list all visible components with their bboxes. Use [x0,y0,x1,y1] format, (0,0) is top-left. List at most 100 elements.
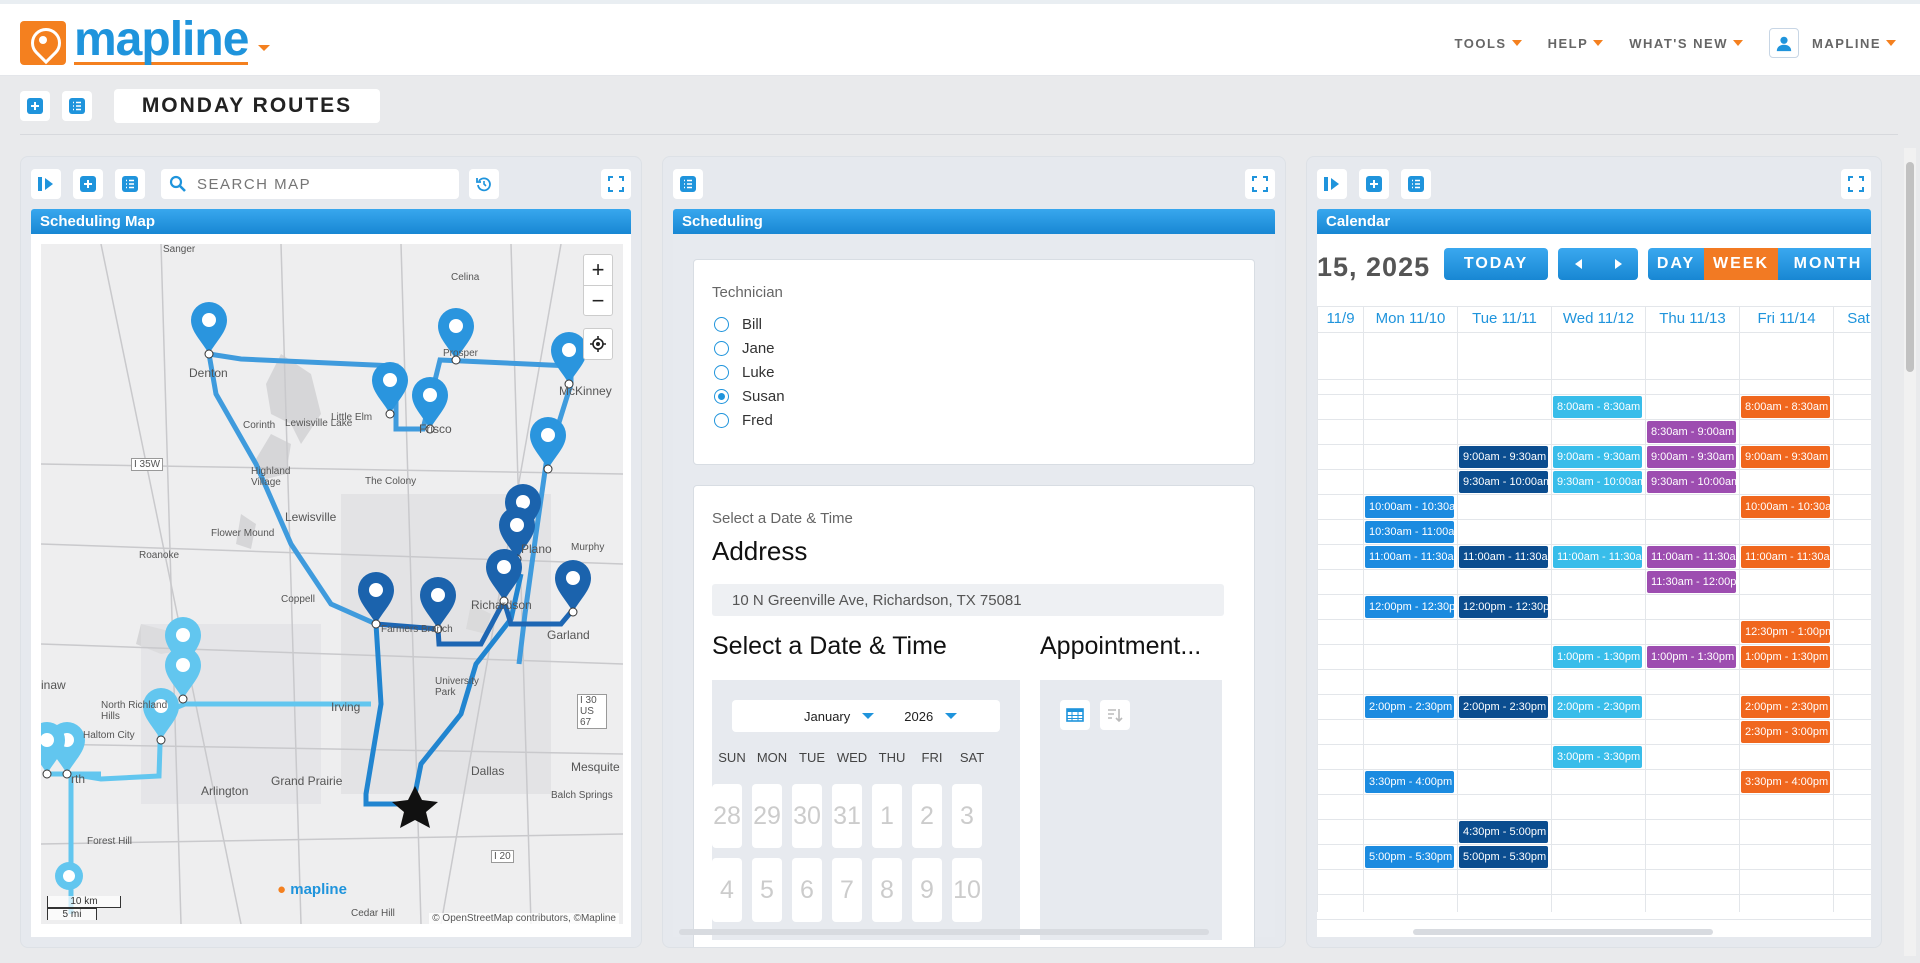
map-canvas[interactable]: Sanger Celina Prosper Denton McKinney Li… [41,244,623,924]
calendar-event[interactable]: 11:00am - 11:30am [1459,546,1548,568]
date-cell[interactable]: 1 [872,784,902,848]
calendar-event[interactable]: 9:30am - 10:00am [1647,471,1736,493]
technician-option-jane[interactable]: Jane [714,340,775,357]
nav-whats-new[interactable]: WHAT'S NEW [1629,36,1743,51]
technician-option-luke[interactable]: Luke [714,364,775,381]
calendar-event[interactable]: 3:30pm - 4:00pm [1741,771,1830,793]
day-header[interactable]: 11/9 [1317,306,1363,332]
scheduling-fullscreen-button[interactable] [1245,169,1275,199]
zoom-in-button[interactable]: + [584,255,612,285]
calendar-toggle-button[interactable] [1317,169,1347,199]
day-header[interactable]: Thu 11/13 [1645,306,1739,332]
date-cell[interactable]: 3 [952,784,982,848]
technician-option-fred[interactable]: Fred [714,412,773,429]
date-cell[interactable]: 9 [912,858,942,922]
calendar-list-button[interactable] [1401,169,1431,199]
page-title[interactable]: MONDAY ROUTES [114,89,380,123]
calendar-event[interactable]: 11:00am - 11:30am [1647,546,1736,568]
calendar-event[interactable]: 10:00am - 10:30am [1741,496,1830,518]
calendar-event[interactable]: 2:00pm - 2:30pm [1365,696,1454,718]
map-attribution[interactable]: © OpenStreetMap contributors, ©Mapline [429,913,619,924]
page-scrollbar[interactable] [1904,148,1916,956]
date-cell[interactable]: 5 [752,858,782,922]
horizontal-scrollbar[interactable] [679,929,1209,935]
date-cell[interactable]: 8 [872,858,902,922]
calendar-event[interactable]: 12:30pm - 1:00pm [1741,621,1830,643]
calendar-event[interactable]: 10:30am - 11:00am [1365,521,1454,543]
scrollbar-thumb[interactable] [1906,162,1914,372]
calendar-event[interactable]: 12:00pm - 12:30pm [1365,596,1454,618]
calendar-horizontal-scrollbar[interactable] [1413,929,1713,935]
day-header[interactable]: Mon 11/10 [1363,306,1457,332]
calendar-event[interactable]: 2:30pm - 3:00pm [1741,721,1830,743]
calendar-event[interactable]: 11:00am - 11:30am [1553,546,1642,568]
map-search[interactable] [161,169,459,199]
year-select[interactable]: 2026 [904,709,958,724]
day-header[interactable]: Fri 11/14 [1739,306,1833,332]
technician-option-bill[interactable]: Bill [714,316,762,333]
nav-tools[interactable]: TOOLS [1455,36,1522,51]
view-month-button[interactable]: MONTH [1778,248,1871,280]
date-cell[interactable]: 6 [792,858,822,922]
calendar-event[interactable]: 9:00am - 9:30am [1647,446,1736,468]
date-cell[interactable]: 29 [752,784,782,848]
calendar-event[interactable]: 2:00pm - 2:30pm [1741,696,1830,718]
calendar-event[interactable]: 1:00pm - 1:30pm [1741,646,1830,668]
calendar-event[interactable]: 11:00am - 11:30am [1741,546,1830,568]
date-cell[interactable]: 4 [712,858,742,922]
day-header[interactable]: Wed 11/12 [1551,306,1645,332]
month-select[interactable]: January [804,709,875,724]
calendar-event[interactable]: 12:00pm - 12:30pm [1459,596,1548,618]
calendar-event[interactable]: 3:30pm - 4:00pm [1365,771,1454,793]
logo-caret-icon[interactable] [258,44,271,51]
map-add-button[interactable] [73,169,103,199]
calendar-event[interactable]: 5:00pm - 5:30pm [1365,846,1454,868]
day-header[interactable]: Sat [1833,306,1871,332]
zoom-out-button[interactable]: − [584,285,612,315]
calendar-fullscreen-button[interactable] [1841,169,1871,199]
calendar-event[interactable]: 4:30pm - 5:00pm [1459,821,1548,843]
date-cell[interactable]: 30 [792,784,822,848]
add-button[interactable] [20,91,50,121]
next-button[interactable] [1614,259,1622,269]
calendar-event[interactable]: 11:00am - 11:30am [1365,546,1454,568]
locate-button[interactable] [584,329,612,359]
list-button[interactable] [62,91,92,121]
calendar-event[interactable]: 2:00pm - 2:30pm [1459,696,1548,718]
sort-button[interactable] [1100,700,1130,730]
date-cell[interactable]: 28 [712,784,742,848]
mapline-logo[interactable]: mapline [20,16,271,65]
day-header[interactable]: Tue 11/11 [1457,306,1551,332]
date-cell[interactable]: 2 [912,784,942,848]
calendar-event[interactable]: 8:30am - 9:00am [1647,421,1736,443]
prev-button[interactable] [1574,259,1582,269]
today-button[interactable]: TODAY [1444,248,1548,280]
search-input[interactable] [197,175,437,193]
calendar-event[interactable]: 5:00pm - 5:30pm [1459,846,1548,868]
calendar-event[interactable]: 3:00pm - 3:30pm [1553,746,1642,768]
fullscreen-button[interactable] [601,169,631,199]
map-list-button[interactable] [115,169,145,199]
table-view-button[interactable] [1060,700,1090,730]
toggle-sidebar-button[interactable] [31,169,61,199]
date-cell[interactable]: 10 [952,858,982,922]
view-day-button[interactable]: DAY [1648,248,1704,280]
date-cell[interactable]: 7 [832,858,862,922]
calendar-event[interactable]: 9:00am - 9:30am [1459,446,1548,468]
calendar-event[interactable]: 1:00pm - 1:30pm [1553,646,1642,668]
calendar-event[interactable]: 2:00pm - 2:30pm [1553,696,1642,718]
calendar-event[interactable]: 8:00am - 8:30am [1741,396,1830,418]
nav-help[interactable]: HELP [1548,36,1604,51]
calendar-event[interactable]: 9:00am - 9:30am [1553,446,1642,468]
calendar-event[interactable]: 1:00pm - 1:30pm [1647,646,1736,668]
calendar-event[interactable]: 9:00am - 9:30am [1741,446,1830,468]
scheduling-list-button[interactable] [673,169,703,199]
calendar-event[interactable]: 10:00am - 10:30am [1365,496,1454,518]
calendar-event[interactable]: 8:00am - 8:30am [1553,396,1642,418]
calendar-event[interactable]: 11:30am - 12:00pm [1647,571,1736,593]
technician-option-susan[interactable]: Susan [714,388,785,405]
calendar-add-button[interactable] [1359,169,1389,199]
view-week-button[interactable]: WEEK [1704,248,1778,280]
address-field[interactable] [712,584,1224,616]
calendar-event[interactable]: 9:30am - 10:00am [1553,471,1642,493]
